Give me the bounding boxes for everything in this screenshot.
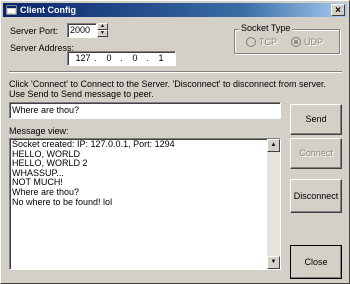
server-port-spinner[interactable]: ▲ ▼ xyxy=(97,23,108,38)
connect-button[interactable]: Connect xyxy=(290,138,342,169)
ip-octet-4[interactable]: 1 xyxy=(152,53,170,63)
radio-tcp-icon xyxy=(246,37,256,47)
server-address-label: Server Address: xyxy=(10,43,75,53)
message-view-label: Message view: xyxy=(9,126,69,136)
message-view-list[interactable]: Socket created: IP: 127.0.0.1, Port: 129… xyxy=(9,138,281,270)
close-icon[interactable]: × xyxy=(331,4,345,16)
spin-down-icon[interactable]: ▼ xyxy=(97,30,108,37)
socket-type-legend: Socket Type xyxy=(239,23,293,33)
disconnect-button[interactable]: Disconnect xyxy=(290,179,342,213)
message-input-value: Where are thou? xyxy=(12,105,80,115)
spin-up-icon[interactable]: ▲ xyxy=(97,23,108,30)
radio-udp[interactable]: UDP xyxy=(291,37,323,47)
list-item: No where to be found! lol xyxy=(12,196,113,207)
instructions-line-2: Use Send to Send message to peer. xyxy=(9,89,154,99)
instructions-line-1: Click 'Connect' to Connect to the Server… xyxy=(9,79,327,89)
message-input[interactable]: Where are thou? xyxy=(9,102,281,119)
ip-dot: . xyxy=(120,53,123,63)
scroll-down-icon[interactable]: ▼ xyxy=(267,256,280,269)
close-button[interactable]: Close xyxy=(290,245,342,279)
radio-tcp-label: TCP xyxy=(259,37,277,47)
radio-tcp[interactable]: TCP xyxy=(246,37,277,47)
server-address-input[interactable]: 127 . 0 . 0 . 1 xyxy=(67,51,176,66)
title-bar[interactable]: Client Config × xyxy=(3,3,347,17)
server-port-input[interactable]: 2000 xyxy=(67,23,97,38)
ip-dot: . xyxy=(94,53,97,63)
send-button[interactable]: Send xyxy=(290,104,342,135)
ip-dot: . xyxy=(146,53,149,63)
server-port-value: 2000 xyxy=(70,25,91,35)
app-icon xyxy=(6,5,17,15)
window-title: Client Config xyxy=(20,5,76,15)
ip-octet-1[interactable]: 127 xyxy=(74,53,92,63)
message-lines: Socket created: IP: 127.0.0.1, Port: 129… xyxy=(12,139,175,207)
client-config-window: Client Config × Server Port: 2000 ▲ ▼ Se… xyxy=(0,0,350,284)
server-port-label: Server Port: xyxy=(10,26,59,36)
radio-udp-icon xyxy=(291,37,301,47)
message-view-scrollbar[interactable]: ▲ ▼ xyxy=(267,139,280,269)
separator xyxy=(9,71,342,73)
scroll-up-icon[interactable]: ▲ xyxy=(267,139,280,152)
radio-udp-label: UDP xyxy=(304,37,324,47)
ip-octet-3[interactable]: 0 xyxy=(126,53,144,63)
ip-octet-2[interactable]: 0 xyxy=(100,53,118,63)
